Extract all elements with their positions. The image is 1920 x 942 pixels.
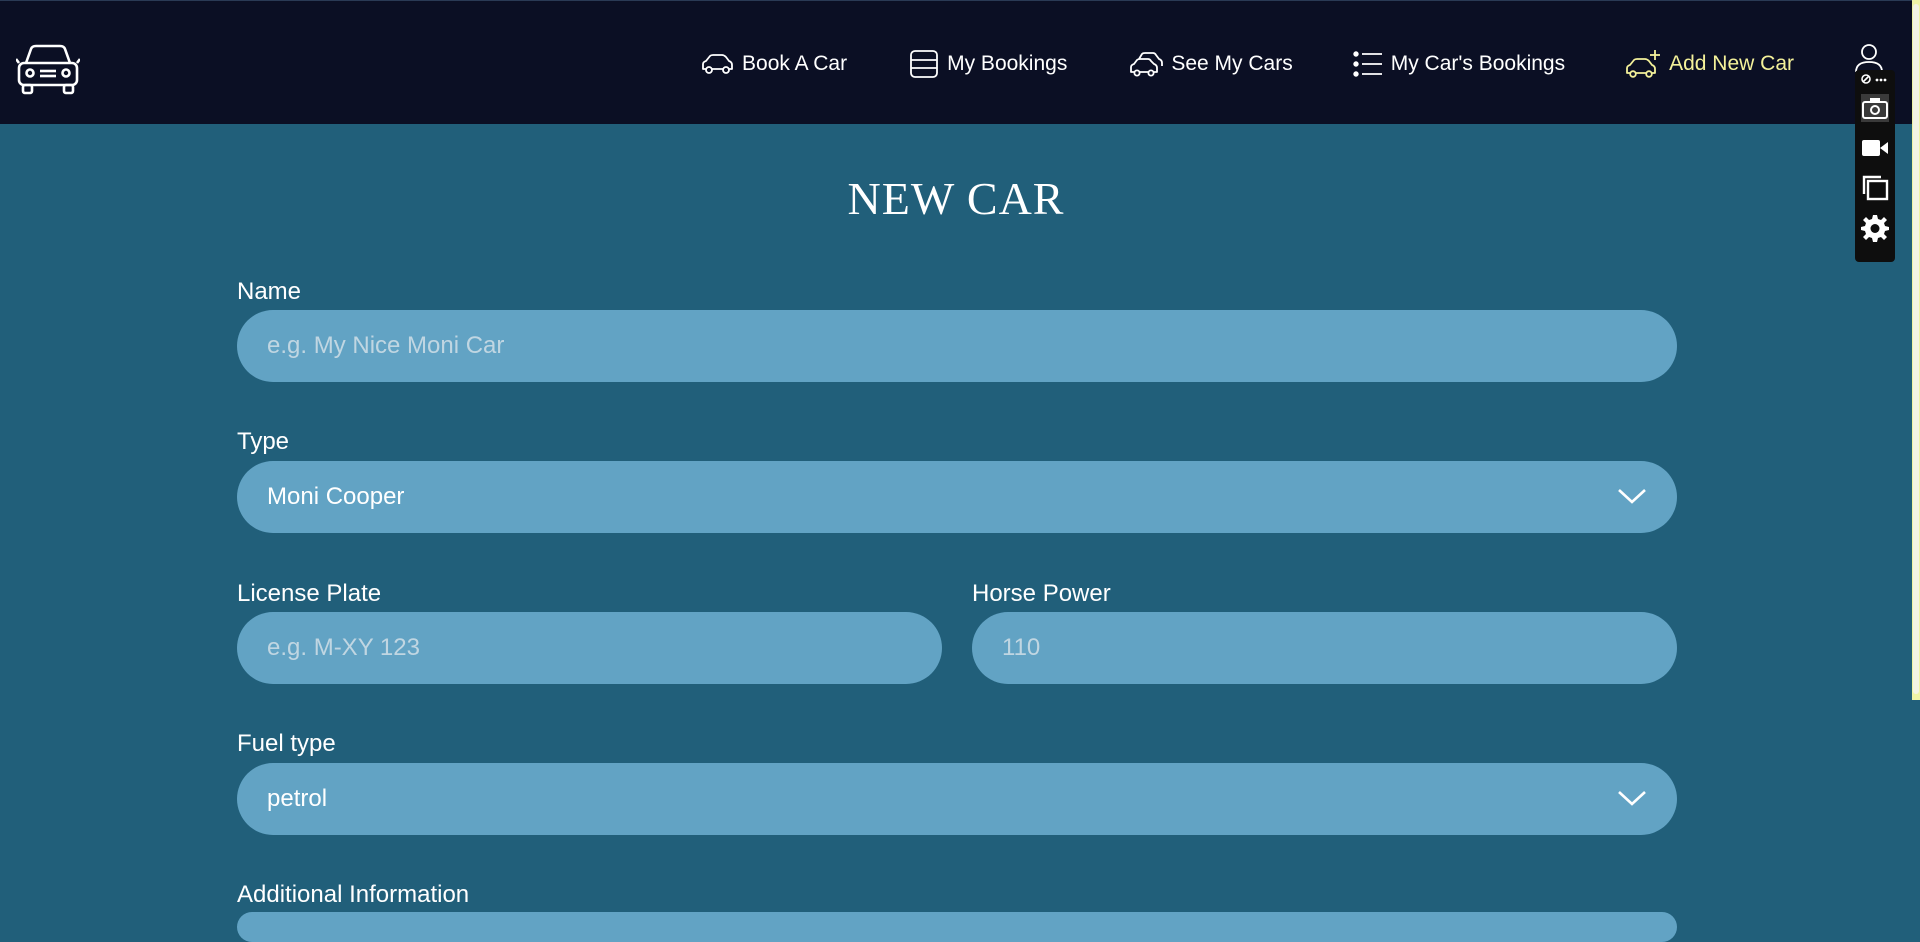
- nav-item-book-a-car[interactable]: Book A Car: [700, 52, 847, 76]
- car-icon: [702, 54, 733, 74]
- camera-icon[interactable]: [1861, 94, 1889, 122]
- horse-power-placeholder: 110: [1002, 634, 1041, 661]
- name-input[interactable]: e.g. My Nice Moni Car: [237, 310, 1677, 382]
- nav-item-see-my-cars[interactable]: See My Cars: [1129, 51, 1293, 77]
- chevron-down-icon: [1618, 489, 1646, 504]
- nav-menu: Book A Car My Bookings See My Cars My Ca…: [700, 49, 1794, 79]
- nav-label: Add New Car: [1669, 52, 1794, 75]
- additional-info-textarea[interactable]: [237, 912, 1677, 942]
- bullet-list-icon: [1353, 51, 1382, 77]
- name-label: Name: [237, 278, 302, 305]
- pin-icon[interactable]: [1857, 72, 1893, 86]
- horse-power-label: Horse Power: [972, 580, 1111, 607]
- nav-label: See My Cars: [1171, 52, 1293, 75]
- list-box-icon: [910, 50, 939, 78]
- type-label: Type: [237, 428, 290, 455]
- video-icon[interactable]: [1861, 134, 1889, 162]
- additional-info-label: Additional Information: [237, 881, 470, 908]
- cars-icon: [1130, 52, 1164, 77]
- user-icon[interactable]: [1854, 43, 1884, 73]
- nav-item-my-cars-bookings[interactable]: My Car's Bookings: [1353, 51, 1565, 77]
- nav-label: My Car's Bookings: [1390, 52, 1566, 75]
- nav-label: Book A Car: [742, 52, 848, 75]
- type-selected-value: Moni Cooper: [267, 483, 405, 510]
- fuel-type-label: Fuel type: [237, 730, 336, 757]
- license-plate-input[interactable]: e.g. M-XY 123: [237, 612, 942, 684]
- fuel-type-selected-value: petrol: [267, 785, 328, 812]
- fuel-type-select[interactable]: petrol: [237, 763, 1677, 835]
- car-plus-icon: [1626, 50, 1661, 78]
- top-navbar: Book A Car My Bookings See My Cars My Ca…: [0, 0, 1920, 124]
- capture-toolbar: [1855, 70, 1895, 262]
- license-plate-label: License Plate: [237, 580, 382, 607]
- nav-item-my-bookings[interactable]: My Bookings: [909, 49, 1067, 79]
- name-placeholder: e.g. My Nice Moni Car: [267, 332, 505, 359]
- nav-label: My Bookings: [947, 52, 1068, 75]
- chevron-down-icon: [1618, 791, 1646, 806]
- page-title: NEW CAR: [847, 173, 1065, 224]
- car-logo-icon[interactable]: [16, 41, 80, 97]
- nav-item-add-new-car[interactable]: Add New Car: [1625, 49, 1794, 79]
- scrollbar[interactable]: [1912, 0, 1920, 700]
- type-select[interactable]: Moni Cooper: [237, 461, 1677, 533]
- license-plate-placeholder: e.g. M-XY 123: [267, 634, 420, 661]
- horse-power-input[interactable]: 110: [972, 612, 1677, 684]
